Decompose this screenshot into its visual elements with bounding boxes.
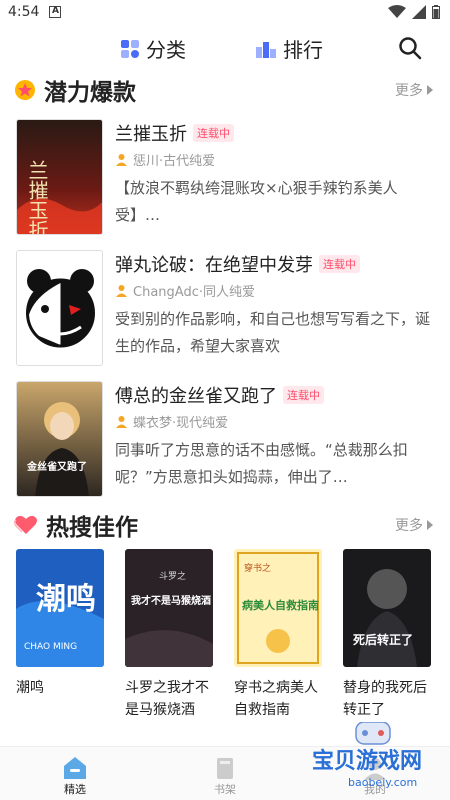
author-icon [116, 153, 127, 166]
book-title: 弹丸论破：在绝望中发芽 [115, 255, 313, 276]
cover-sub-text: 斗罗之 [159, 570, 186, 582]
book-title: 兰摧玉折 [115, 124, 187, 145]
hot-book-title: 替身的我死后转正了 [343, 680, 427, 718]
book-description: 【放浪不羁纨绔混账攻×心狠手辣钓系美人受】… [115, 179, 398, 224]
rank-icon [256, 41, 276, 58]
author-icon [116, 284, 127, 297]
watermark-text: 宝贝游戏网 [312, 748, 422, 774]
hot-book-title: 穿书之病美人自救指南 [234, 680, 318, 718]
chevron-right-icon [427, 85, 433, 95]
potential-more-link[interactable]: 更多 [395, 80, 434, 100]
more-label: 更多 [395, 83, 423, 99]
hot-book-item[interactable]: 斗罗之 我才不是马猴烧酒 斗罗之我才不是马猴烧酒 [125, 549, 213, 721]
hot-book-title: 潮鸣 [16, 680, 44, 696]
book-cover[interactable]: 斗罗之 我才不是马猴烧酒 [125, 549, 213, 667]
tab-bookshelf[interactable]: 书架 [150, 747, 300, 800]
book-item[interactable]: 弹丸论破：在绝望中发芽 连载中 ChangAdc·同人纯爱 受到别的作品影响，和… [16, 241, 434, 372]
star-badge-icon [15, 80, 35, 100]
wifi-icon [388, 5, 406, 18]
status-bar: 4:54 A [0, 0, 450, 24]
search-icon [399, 37, 422, 60]
watermark-logo: 宝贝游戏网 baobeiy.com [310, 721, 440, 792]
cover-title-text: 病美人自救指南 [242, 598, 319, 612]
cover-sub-text: 穿书之 [244, 562, 271, 574]
category-button[interactable]: 分类 [120, 34, 186, 63]
category-icon [121, 39, 139, 58]
search-button[interactable] [398, 36, 422, 60]
heart-icon [14, 515, 37, 534]
potential-section-header: 潜力爆款 更多 [0, 70, 450, 110]
book-cover[interactable] [16, 250, 103, 366]
author-genre: ChangAdc·同人纯爱 [133, 284, 255, 300]
tab-label: 精选 [64, 783, 86, 796]
status-time: 4:54 [8, 4, 40, 20]
signal-icon [412, 5, 426, 19]
book-cover[interactable]: 兰摧玉折 [16, 119, 103, 235]
book-cover[interactable]: 死后转正了 [343, 549, 431, 667]
cover-title-text: 潮鸣 [36, 582, 96, 617]
notification-icon: A [49, 6, 62, 18]
book-item[interactable]: 兰摧玉折 兰摧玉折 连载中 惩川·古代纯爱 【放浪不羁纨绔混账攻×心狠手辣钓系美… [16, 110, 434, 241]
author-icon [116, 415, 127, 428]
more-label: 更多 [395, 518, 423, 534]
battery-icon [432, 5, 440, 19]
top-nav: 分类 排行 [0, 24, 450, 70]
section-title: 热搜佳作 [46, 515, 138, 541]
potential-book-list: 兰摧玉折 兰摧玉折 连载中 惩川·古代纯爱 【放浪不羁纨绔混账攻×心狠手辣钓系美… [0, 110, 450, 503]
cover-sub-text: CHAO MING [24, 642, 77, 652]
bookshelf-icon [217, 758, 233, 779]
cover-title-text: 死后转正了 [353, 632, 413, 647]
book-item[interactable]: 金丝雀又跑了 傅总的金丝雀又跑了 连载中 蝶衣梦·现代纯爱 同事听了方思意的话不… [16, 372, 434, 503]
section-title: 潜力爆款 [44, 80, 136, 106]
status-badge: 连载中 [283, 386, 324, 404]
hot-book-item[interactable]: 潮鸣 CHAO MING 潮鸣 [16, 549, 104, 721]
author-genre: 惩川·古代纯爱 [133, 153, 216, 169]
tab-featured[interactable]: 精选 [0, 747, 150, 800]
cover-title-text: 我才不是马猴烧酒 [131, 594, 211, 607]
hot-section-header: 热搜佳作 更多 [0, 505, 450, 545]
author-genre: 蝶衣梦·现代纯爱 [133, 415, 229, 431]
watermark-url: baobeiy.com [348, 776, 417, 789]
book-description: 受到别的作品影响，和自己也想写写看之下，诞生的作品，希望大家喜欢 [115, 310, 431, 355]
book-cover[interactable]: 潮鸣 CHAO MING [16, 549, 104, 667]
hot-more-link[interactable]: 更多 [395, 515, 434, 535]
chevron-right-icon [427, 520, 433, 530]
tab-label: 书架 [214, 783, 236, 796]
book-cover[interactable]: 穿书之 病美人自救指南 [234, 549, 322, 667]
rank-label: 排行 [283, 38, 323, 62]
book-title: 傅总的金丝雀又跑了 [115, 386, 277, 407]
cover-title-text: 兰摧玉折 [25, 160, 49, 235]
hot-book-item[interactable]: 死后转正了 替身的我死后转正了 [343, 549, 431, 721]
category-label: 分类 [146, 38, 186, 62]
book-description: 同事听了方思意的话不由感慨。“总裁那么扣呢？”方思意扣头如捣蒜，伸出了… [115, 441, 408, 486]
cover-title-text: 金丝雀又跑了 [26, 460, 87, 473]
hot-book-item[interactable]: 穿书之 病美人自救指南 穿书之病美人自救指南 [234, 549, 322, 721]
home-icon [64, 757, 86, 779]
status-badge: 连载中 [319, 255, 360, 273]
status-badge: 连载中 [193, 124, 234, 142]
rank-button[interactable]: 排行 [255, 34, 323, 63]
hot-book-row: 潮鸣 CHAO MING 潮鸣 斗罗之 我才不是马猴烧酒 斗罗之我才不是马猴烧酒… [0, 545, 450, 721]
book-cover[interactable]: 金丝雀又跑了 [16, 381, 103, 497]
hot-book-title: 斗罗之我才不是马猴烧酒 [125, 680, 209, 718]
